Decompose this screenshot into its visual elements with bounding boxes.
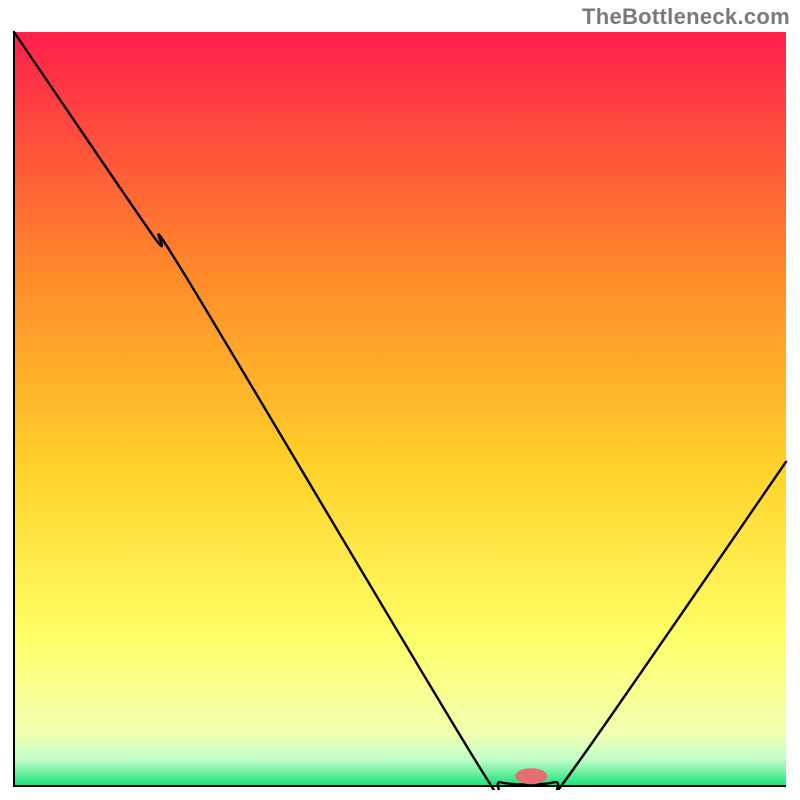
optimal-point-marker: [515, 768, 547, 784]
chart-background: [14, 32, 786, 786]
chart-container: [10, 30, 790, 790]
bottleneck-chart: [10, 30, 790, 790]
attribution-label: TheBottleneck.com: [582, 4, 790, 30]
